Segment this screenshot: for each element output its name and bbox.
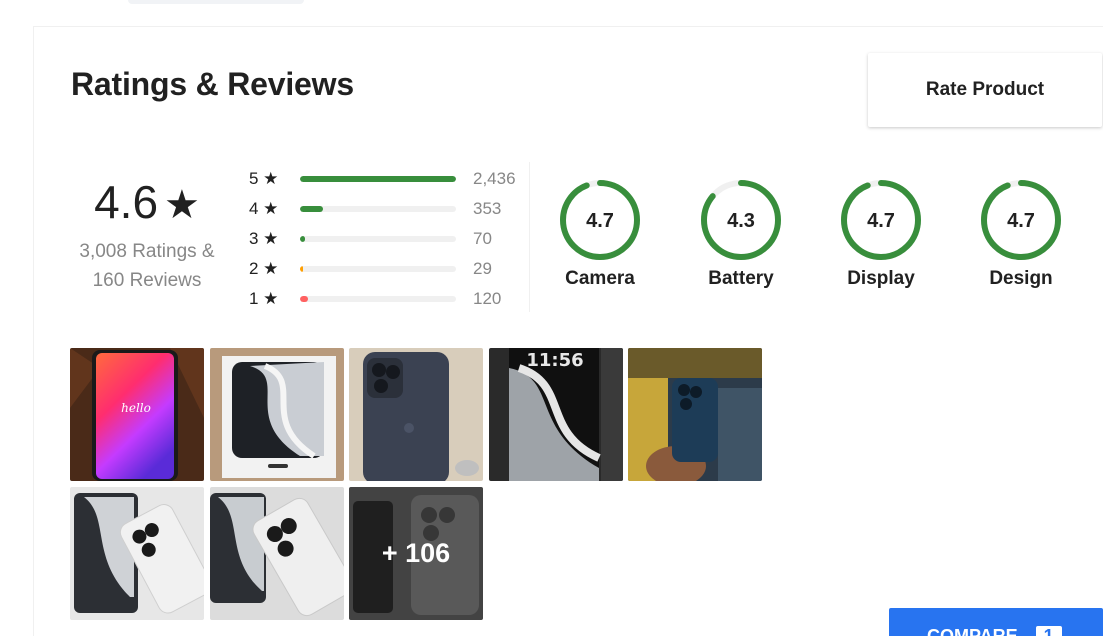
distribution-count: 29 — [473, 259, 492, 278]
more-images-button[interactable]: + 106 — [349, 487, 483, 620]
svg-text:hello: hello — [121, 401, 151, 415]
distribution-count: 353 — [473, 199, 502, 218]
distribution-bar — [300, 206, 456, 212]
review-image-thumbnail[interactable] — [210, 348, 344, 481]
star-icon: ★ — [164, 183, 200, 227]
review-image-thumbnail[interactable] — [210, 487, 344, 620]
distribution-bar-fill — [300, 206, 323, 212]
aspect-value: 4.3 — [727, 210, 755, 232]
distribution-bar — [300, 236, 456, 242]
distribution-row-5: 5 ★ 2,436 — [249, 164, 529, 194]
phone-in-box-photo — [210, 348, 344, 481]
distribution-label: 2 ★ — [249, 259, 279, 278]
distribution-label: 1 ★ — [249, 289, 279, 308]
distribution-bar-fill — [300, 296, 308, 302]
section-divider — [529, 162, 530, 312]
distribution-count: 120 — [473, 289, 502, 308]
aspect-name: Display — [847, 268, 915, 289]
aspect-rating-battery: 4.3 Battery — [691, 178, 791, 290]
display-progress-ring: 4.7 — [841, 180, 921, 260]
phone-back-photo — [349, 348, 483, 481]
blue-phone-in-hand-photo — [628, 348, 762, 481]
top-strip — [128, 0, 304, 4]
more-images-count: + 106 — [381, 538, 451, 568]
compare-button[interactable]: COMPARE 1 — [889, 608, 1103, 636]
distribution-row-2: 2 ★ 29 — [249, 254, 529, 284]
page-title: Ratings & Reviews — [71, 66, 354, 102]
aspect-name: Battery — [708, 268, 774, 289]
ratings-count: 3,008 Ratings & — [79, 241, 215, 262]
svg-text:11:56: 11:56 — [526, 350, 583, 371]
distribution-count: 2,436 — [473, 169, 516, 188]
distribution-row-3: 3 ★ 70 — [249, 224, 529, 254]
aspect-value: 4.7 — [1007, 210, 1035, 232]
distribution-count: 70 — [473, 229, 492, 248]
aspect-rating-camera: 4.7 Camera — [550, 178, 650, 290]
distribution-label: 4 ★ — [249, 199, 279, 218]
review-image-thumbnail[interactable] — [70, 487, 204, 620]
distribution-label: 3 ★ — [249, 229, 279, 248]
design-progress-ring: 4.7 — [981, 180, 1061, 260]
battery-progress-ring: 4.3 — [701, 180, 781, 260]
review-image-thumbnail[interactable]: hello — [70, 348, 204, 481]
distribution-bar-fill — [300, 236, 305, 242]
review-image-thumbnail[interactable] — [628, 348, 762, 481]
review-image-thumbnail[interactable]: 11:56 — [489, 348, 623, 481]
rating-number: 4.6 — [94, 176, 159, 228]
aspect-name: Design — [989, 268, 1053, 289]
clock-screen-photo: 11:56 — [489, 348, 623, 481]
white-phone-box-photo — [70, 487, 204, 620]
overall-rating-value: 4.6 ★ — [63, 174, 231, 233]
overall-rating: 4.6 ★ 3,008 Ratings & 160 Reviews — [63, 174, 231, 295]
review-image-thumbnail[interactable] — [349, 348, 483, 481]
aspect-name: Camera — [565, 268, 635, 289]
compare-label: COMPARE — [927, 626, 1018, 636]
distribution-row-4: 4 ★ 353 — [249, 194, 529, 224]
distribution-label: 5 ★ — [249, 169, 279, 188]
aspect-value: 4.7 — [586, 210, 614, 232]
distribution-bar — [300, 266, 456, 272]
aspect-rating-display: 4.7 Display — [831, 178, 931, 290]
reviews-count: 160 Reviews — [92, 270, 202, 291]
distribution-bar-fill — [300, 176, 456, 182]
aspect-rating-design: 4.7 Design — [971, 178, 1071, 290]
distribution-row-1: 1 ★ 120 — [249, 284, 529, 314]
hello-screen-photo: hello — [70, 348, 204, 481]
distribution-bar — [300, 296, 456, 302]
compare-count-badge: 1 — [1035, 626, 1062, 636]
white-phone-box-photo-2 — [210, 487, 344, 620]
camera-progress-ring: 4.7 — [560, 180, 640, 260]
aspect-value: 4.7 — [867, 210, 895, 232]
rate-product-button[interactable]: Rate Product — [868, 53, 1102, 127]
distribution-bar-fill — [300, 266, 304, 272]
distribution-bar — [300, 176, 456, 182]
